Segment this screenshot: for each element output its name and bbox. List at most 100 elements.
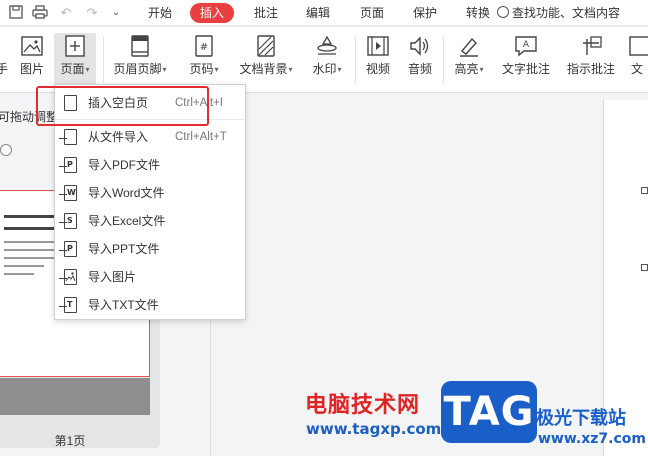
ribbon-page-button[interactable]: 页面▾ [54, 33, 96, 89]
menu-item-label: 导入PPT文件 [88, 242, 160, 256]
ribbon-picture-label: 图片 [19, 62, 44, 76]
ribbon-background-button[interactable]: 文档背景▾ [234, 33, 298, 89]
ribbon-highlight-label: 高亮 [454, 62, 479, 76]
word-file-icon: W [59, 185, 77, 201]
txt-file-icon: T [59, 297, 77, 313]
chevron-down-icon: ▾ [214, 65, 219, 74]
text-icon [628, 33, 648, 59]
ribbon-text-comment-label: 文字批注 [501, 62, 550, 76]
page-number-icon: # [182, 33, 226, 59]
thumb-text-line [4, 273, 34, 275]
tab-home[interactable]: 开始 [148, 5, 172, 21]
menu-item-import-excel[interactable]: S 导入Excel文件 [55, 209, 245, 233]
ribbon-pointer-comment-label: 指示批注 [566, 62, 615, 76]
redo-icon[interactable]: ↷ [84, 5, 100, 21]
thumb-text-line [4, 257, 58, 259]
document-canvas [210, 94, 648, 456]
ribbon-pointer-comment-button[interactable]: 指示批注 [564, 33, 618, 89]
menu-item-label: 导入PDF文件 [88, 158, 161, 172]
ribbon-video-button[interactable]: 视频 [362, 33, 394, 89]
chevron-down-icon: ▾ [288, 65, 293, 74]
ribbon-separator [103, 37, 104, 83]
ribbon-page-label: 页面 [60, 62, 85, 76]
document-page[interactable] [603, 100, 648, 456]
tag-logo: TAG [441, 381, 537, 443]
highlight-annotation [36, 86, 209, 126]
ribbon-separator [443, 37, 444, 83]
ribbon-video-label: 视频 [365, 62, 390, 76]
menu-bar: ↶ ↷ ⌄ 开始 插入 批注 编辑 页面 保护 转换 查找功能、文档内容 [0, 0, 648, 26]
resize-handle[interactable] [641, 264, 648, 271]
menu-item-import-word[interactable]: W 导入Word文件 [55, 181, 245, 205]
print-icon[interactable] [32, 5, 48, 21]
pdf-file-icon: P [59, 157, 77, 173]
ribbon-picture-button[interactable]: 图片 [16, 33, 48, 89]
svg-text:A: A [523, 40, 530, 50]
search-placeholder: 查找功能、文档内容 [512, 6, 621, 20]
hand-icon [0, 33, 12, 59]
highlight-icon [449, 33, 489, 59]
save-icon[interactable] [8, 5, 24, 21]
thumb-shade [0, 378, 150, 415]
ribbon-text-button[interactable]: 文 [628, 33, 648, 89]
ribbon-hand[interactable]: 手 [0, 33, 12, 89]
tab-comment[interactable]: 批注 [254, 5, 278, 21]
ribbon-separator [355, 37, 356, 83]
watermark-site-url: www.xz7.com [538, 431, 646, 447]
menu-item-label: 从文件导入 [88, 130, 149, 144]
ribbon-hand-label: 手 [0, 62, 8, 76]
undo-icon[interactable]: ↶ [58, 5, 74, 21]
menu-item-label: 导入Word文件 [88, 186, 165, 200]
tab-page[interactable]: 页面 [360, 5, 384, 21]
menu-item-import-pdf[interactable]: P 导入PDF文件 [55, 153, 245, 177]
chevron-down-icon: ▾ [337, 65, 342, 74]
import-file-icon [59, 129, 77, 145]
menu-item-label: 导入图片 [88, 270, 137, 284]
menu-item-import-image[interactable]: 导入图片 [55, 265, 245, 289]
chevron-down-icon: ▾ [162, 65, 167, 74]
ribbon-highlight-button[interactable]: 高亮▾ [449, 33, 489, 89]
resize-handle[interactable] [641, 187, 648, 194]
ribbon-background-label: 文档背景 [239, 62, 288, 76]
background-icon [234, 33, 298, 59]
watermark-brand: 电脑技术网 [305, 393, 421, 418]
ribbon-page-number-button[interactable]: # 页码▾ [182, 33, 226, 89]
watermark-url: www.tagxp.com [306, 420, 442, 438]
svg-text:#: # [200, 42, 208, 53]
audio-icon [404, 33, 436, 59]
ribbon-audio-button[interactable]: 音频 [404, 33, 436, 89]
search-input[interactable]: 查找功能、文档内容 [497, 4, 648, 22]
ribbon-audio-label: 音频 [407, 62, 432, 76]
page-label: 第1页 [54, 434, 86, 448]
menu-item-label: 导入TXT文件 [88, 298, 159, 312]
text-comment-icon: A [500, 33, 552, 59]
tag-logo-text: TAG [443, 389, 535, 435]
ppt-file-icon: P [59, 241, 77, 257]
ribbon-text-comment-button[interactable]: A 文字批注 [500, 33, 552, 89]
thumb-text-line [4, 249, 54, 251]
header-footer-icon [108, 33, 172, 59]
ribbon-page-number-label: 页码 [189, 62, 214, 76]
tab-convert[interactable]: 转换 [466, 5, 490, 21]
video-icon [362, 33, 394, 59]
quick-access-dropdown-icon[interactable]: ⌄ [108, 5, 124, 21]
menu-item-import-txt[interactable]: T 导入TXT文件 [55, 293, 245, 317]
menu-item-import-ppt[interactable]: P 导入PPT文件 [55, 237, 245, 261]
image-file-icon [59, 269, 77, 285]
menu-item-import-from-file[interactable]: 从文件导入 Ctrl+Alt+T [55, 125, 245, 149]
tab-edit[interactable]: 编辑 [306, 5, 330, 21]
watermark-icon [308, 33, 346, 59]
menu-item-label: 导入Excel文件 [88, 214, 166, 228]
tab-protect[interactable]: 保护 [413, 5, 437, 21]
ribbon-header-footer-label: 页眉页脚 [113, 62, 162, 76]
ribbon-watermark-button[interactable]: 水印▾ [308, 33, 346, 89]
excel-file-icon: S [59, 213, 77, 229]
ribbon-watermark-label: 水印 [312, 62, 337, 76]
chevron-down-icon: ▾ [85, 65, 90, 74]
ribbon-header-footer-button[interactable]: 页眉页脚▾ [108, 33, 172, 89]
zoom-slider-knob[interactable] [0, 144, 12, 156]
tab-insert[interactable]: 插入 [190, 3, 235, 23]
watermark-site-name: 极光下载站 [536, 408, 626, 429]
add-page-icon [54, 33, 96, 59]
thumb-text-line [4, 265, 44, 267]
